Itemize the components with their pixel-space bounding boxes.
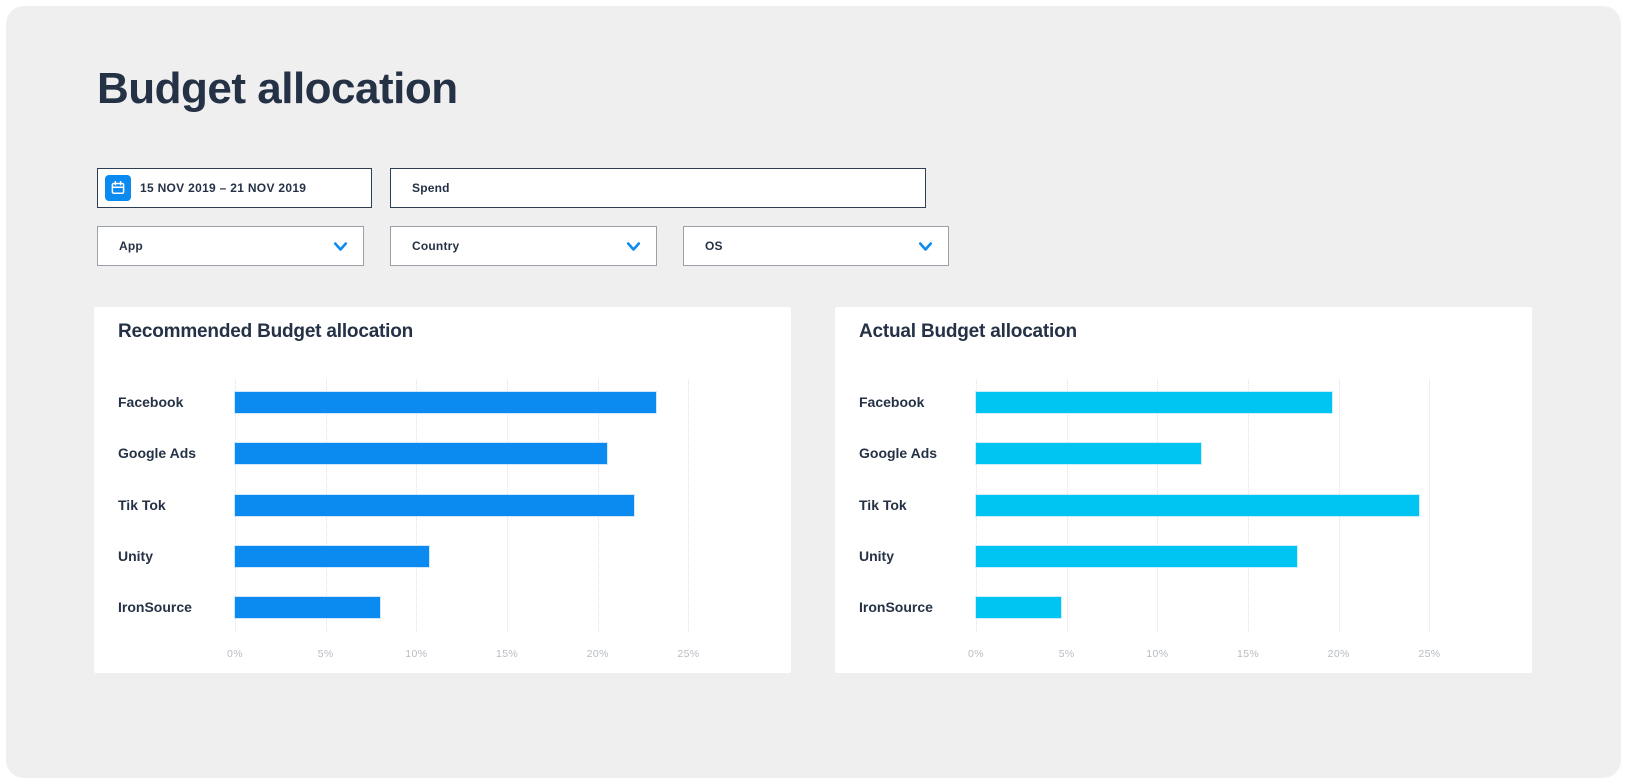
bar-label: Tik Tok [859, 496, 907, 513]
x-axis-tick-label: 0% [227, 648, 243, 660]
bar-label: Google Ads [859, 445, 938, 462]
bar [976, 392, 1332, 413]
chart-x-axis: 0% 5% 10% 15% 20% 25% [968, 648, 1502, 662]
app-dropdown-label: App [119, 239, 143, 253]
x-axis-tick-label: 10% [1146, 648, 1169, 660]
bar-label: Tik Tok [118, 496, 166, 513]
bar [976, 443, 1201, 465]
chart-title: Actual Budget allocation [859, 321, 1077, 342]
country-dropdown-label: Country [412, 239, 460, 253]
x-axis-tick-label: 25% [677, 648, 700, 660]
date-range-picker[interactable]: 15 NOV 2019 – 21 NOV 2019 [97, 168, 372, 208]
os-dropdown-label: OS [705, 239, 723, 253]
chart-title: Recommended Budget allocation [118, 321, 414, 342]
page-title: Budget allocation [97, 64, 458, 113]
bar [235, 545, 430, 567]
x-axis-tick-label: 5% [1058, 648, 1075, 660]
x-axis-tick-label: 20% [1327, 648, 1350, 660]
bar [976, 597, 1062, 618]
bar [976, 545, 1298, 567]
x-axis-tick-label: 20% [586, 648, 609, 660]
x-axis-tick-label: 5% [317, 648, 334, 660]
date-range-value: 15 NOV 2019 – 21 NOV 2019 [140, 181, 307, 195]
calendar-icon [105, 175, 131, 201]
gridline [688, 379, 690, 632]
bar [235, 443, 607, 465]
x-axis-tick-label: 0% [968, 648, 984, 660]
x-axis-tick-label: 10% [405, 648, 428, 660]
x-axis-tick-label: 25% [1418, 648, 1441, 660]
spend-label: Spend [412, 181, 450, 195]
bar-label: Google Ads [118, 445, 197, 462]
actual-budget-chart-card: Actual Budget allocation Facebook Google … [835, 307, 1532, 673]
gridline [1429, 379, 1431, 632]
chevron-down-icon [626, 241, 641, 251]
chevron-down-icon [333, 241, 348, 251]
x-axis-tick-label: 15% [1236, 648, 1260, 660]
bar-label: Unity [118, 547, 153, 564]
chevron-down-icon [918, 241, 933, 251]
bar-label: Facebook [118, 394, 184, 410]
bar-label: Unity [859, 547, 894, 564]
recommended-budget-chart-card: Recommended Budget allocation Facebook Go… [94, 307, 791, 673]
os-dropdown[interactable]: OS [683, 226, 949, 266]
country-dropdown[interactable]: Country [390, 226, 657, 266]
bar [235, 597, 381, 618]
bar [976, 494, 1419, 516]
bar-label: IronSource [859, 599, 933, 615]
bar-label: IronSource [118, 599, 192, 615]
bar-label: Facebook [859, 394, 925, 410]
app-dropdown[interactable]: App [97, 226, 364, 266]
bar [235, 494, 635, 516]
spend-input[interactable]: Spend [390, 168, 926, 208]
x-axis-tick-label: 15% [495, 648, 519, 660]
chart-x-axis: 0% 5% 10% 15% 20% 25% [227, 648, 761, 662]
bar [235, 392, 656, 413]
